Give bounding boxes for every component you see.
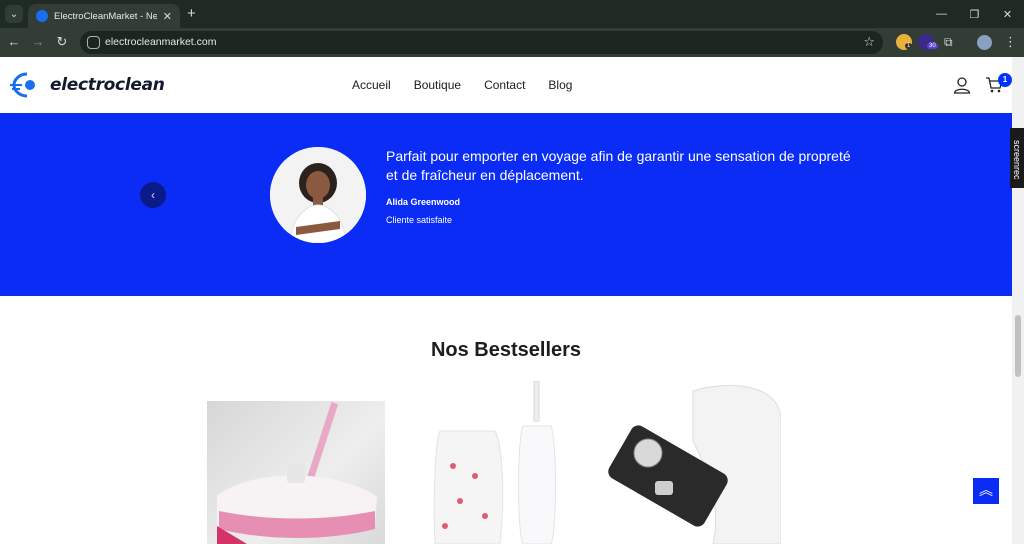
nav-contact[interactable]: Contact [484,78,525,92]
product-image-sweeper [217,402,377,544]
logo[interactable]: electroclean [10,71,165,99]
address-bar[interactable]: electrocleanmarket.com ☆ [80,31,883,54]
bookmark-star-icon[interactable]: ☆ [863,34,875,50]
favicon-icon [36,10,48,22]
cart-count-badge: 1 [998,73,1012,87]
product-image-bidet-attachment [608,384,781,544]
browser-menu-icon[interactable]: ⋮ [1004,34,1017,50]
bestsellers-title: Nos Bestsellers [430,339,582,361]
logo-text: electroclean [50,75,165,95]
testimonial-slider: ‹ Parfait pour emporter en voyage afin d… [0,113,1012,296]
url-text[interactable]: electrocleanmarket.com [105,36,216,48]
minimize-icon[interactable]: — [925,0,958,28]
tab-search-icon[interactable]: ⌄ [5,5,23,23]
new-tab-icon[interactable]: + [187,5,196,23]
window-controls: — ❐ ✕ [925,0,1024,28]
testimonial-quote: Parfait pour emporter en voyage afin de … [386,148,851,183]
extension-2-badge: 30 [927,43,938,49]
main-nav: Accueil Boutique Contact Blog [352,78,572,92]
product-card-sweeper[interactable] [207,401,385,544]
user-account-icon[interactable] [953,76,971,94]
scrollbar-thumb[interactable] [1015,315,1021,377]
restore-icon[interactable]: ❐ [958,0,991,28]
forward-icon[interactable]: → [30,34,46,50]
browser-toolbar: ← → ↻ electrocleanmarket.com ☆ 1 30 ⧉ ⋮ [0,28,1024,57]
nav-boutique[interactable]: Boutique [414,78,461,92]
testimonial-author-role: Cliente satisfaite [386,215,453,225]
screenrec-label: screenrec [1012,140,1022,180]
product-card-bidet-attachment[interactable] [603,381,781,544]
tab-close-icon[interactable]: ✕ [163,10,172,23]
product-card-portable-bidet[interactable] [405,381,583,544]
site-header: electroclean Accueil Boutique Contact Bl… [0,57,1012,113]
close-window-icon[interactable]: ✕ [991,0,1024,28]
logo-icon [10,72,35,98]
scroll-to-top-button[interactable]: ︽ [973,478,999,504]
testimonial-avatar [270,147,366,243]
extension-2-icon[interactable]: 30 [918,34,938,50]
extension-1-icon[interactable]: 1 [896,34,913,50]
browser-tab-bar: ⌄ ElectroCleanMarket - Nettoyage ✕ + — ❐… [0,0,1024,28]
extensions-puzzle-icon[interactable]: ⧉ [944,35,953,50]
extension-1-badge: 1 [905,43,913,49]
reload-icon[interactable]: ↻ [54,34,70,50]
site-info-icon[interactable] [87,36,100,49]
slider-prev-button[interactable]: ‹ [140,182,166,208]
nav-accueil[interactable]: Accueil [352,78,391,92]
browser-tab[interactable]: ElectroCleanMarket - Nettoyage ✕ [28,4,180,28]
testimonial-author: Alida Greenwood [386,197,461,207]
profile-avatar-icon[interactable] [977,35,992,50]
product-image-portable-bidet [433,381,556,544]
page-viewport: electroclean Accueil Boutique Contact Bl… [0,57,1012,544]
nav-blog[interactable]: Blog [548,78,572,92]
customer-photo [270,147,366,243]
tab-title: ElectroCleanMarket - Nettoyage [54,10,157,22]
back-icon[interactable]: ← [6,34,22,50]
